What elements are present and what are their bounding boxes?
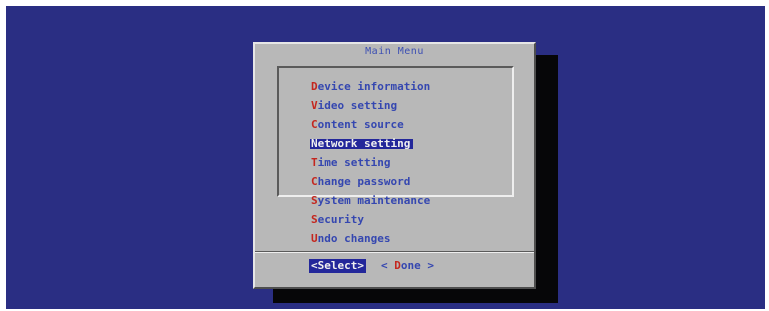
menu-item-hotkey: U	[311, 232, 318, 245]
done-button[interactable]: < Done >	[381, 259, 434, 273]
menu-item-label: Security	[310, 213, 367, 226]
menu-item-network-setting[interactable]: Network setting	[310, 132, 433, 151]
menu-item-text: evice information	[317, 80, 431, 93]
menu-item-label: Change password	[310, 175, 413, 188]
menu-item-label: Video setting	[310, 99, 400, 112]
button-divider	[255, 251, 534, 253]
dialog-title-text: Main Menu	[362, 46, 427, 57]
menu-item-label: Device information	[310, 80, 433, 93]
menu-item-security[interactable]: Security	[310, 208, 433, 227]
menu-item-text: ontent source	[317, 118, 404, 131]
button-bar: <Select> < Done >	[255, 259, 534, 273]
menu-item-hotkey: D	[311, 80, 318, 93]
menu-item-text: etwork setting	[317, 137, 411, 150]
menu-item-hotkey: V	[311, 99, 318, 112]
done-button-hotkey: D	[394, 259, 401, 272]
menu-item-text: ystem maintenance	[317, 194, 431, 207]
menu-item-text: ime setting	[317, 156, 391, 169]
menu-item-hotkey: S	[311, 213, 318, 226]
menu-item-label: Time setting	[310, 156, 393, 169]
menu-item-text: ndo changes	[317, 232, 391, 245]
done-button-text: one >	[400, 259, 434, 272]
menu-item-hotkey: S	[311, 194, 318, 207]
menu-list: Device information Video setting Content…	[310, 75, 433, 246]
select-button[interactable]: <Select>	[309, 259, 366, 273]
menu-item-change-password[interactable]: Change password	[310, 170, 433, 189]
menu-item-undo-changes[interactable]: Undo changes	[310, 227, 433, 246]
menu-item-label: System maintenance	[310, 194, 433, 207]
menu-item-label-selected: Network setting	[310, 137, 414, 150]
menu-item-hotkey: C	[311, 118, 318, 131]
menu-box: Device information Video setting Content…	[277, 66, 514, 244]
dialog-title: Main Menu	[255, 46, 534, 58]
menu-item-content-source[interactable]: Content source	[310, 113, 433, 132]
menu-item-time-setting[interactable]: Time setting	[310, 151, 433, 170]
menu-item-label: Undo changes	[310, 232, 393, 245]
menu-item-text: ecurity	[317, 213, 364, 226]
menu-item-hotkey: T	[311, 156, 318, 169]
menu-item-system-maintenance[interactable]: System maintenance	[310, 189, 433, 208]
menu-item-label: Content source	[310, 118, 407, 131]
menu-item-text: hange password	[317, 175, 411, 188]
main-menu-dialog: Main Menu Device information Video setti…	[253, 42, 536, 289]
menu-item-device-information[interactable]: Device information	[310, 75, 433, 94]
menu-item-video-setting[interactable]: Video setting	[310, 94, 433, 113]
menu-item-text: ideo setting	[317, 99, 398, 112]
terminal-screen: Main Menu Device information Video setti…	[6, 6, 765, 309]
menu-item-hotkey: N	[311, 137, 318, 150]
menu-item-hotkey: C	[311, 175, 318, 188]
done-button-prefix: <	[381, 259, 395, 272]
